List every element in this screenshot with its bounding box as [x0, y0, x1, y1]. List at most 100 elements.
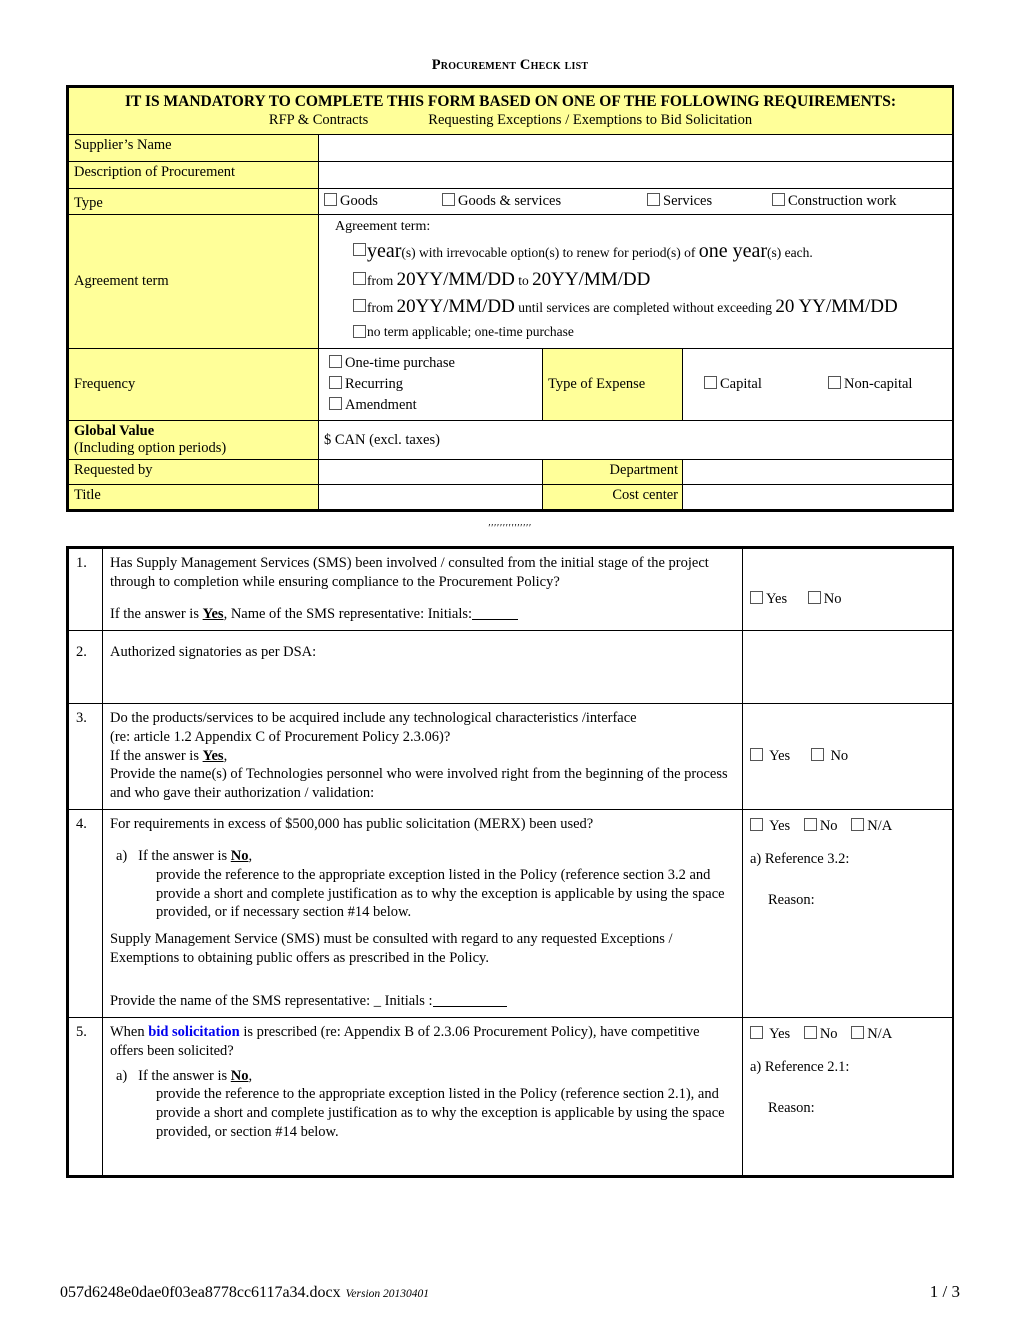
- question-4-options: Yes No N/A: [750, 817, 946, 836]
- question-3-text-line4: Provide the name(s) of Technologies pers…: [110, 766, 728, 802]
- question-4-note: Supply Management Service (SMS) must be …: [110, 931, 673, 967]
- expense-option-non-capital[interactable]: Non-capital: [828, 375, 912, 393]
- question-4-sub-rest: ,: [248, 847, 253, 864]
- agreement-term-option-4[interactable]: no term applicable; one-time purchase: [323, 323, 948, 343]
- table-row-requested-by: Requested by Department: [68, 459, 953, 486]
- footer-left-group: 057d6248e0dae0f03ea8778cc6117a34.docx Ver…: [60, 1284, 429, 1302]
- banner-option-exceptions: Requesting Exceptions / Exemptions to Bi…: [428, 111, 753, 128]
- agreement-term-checkbox-4[interactable]: [323, 323, 367, 342]
- agreement-term-option-3[interactable]: from 20YY/MM/DD until services are compl…: [323, 294, 948, 320]
- checkbox-icon[interactable]: [750, 747, 763, 761]
- agreement-term-options-cell: Agreement term: year(s) with irrevocable…: [318, 214, 953, 349]
- checkbox-icon[interactable]: [750, 818, 763, 832]
- question-3-followup: If the answer is Yes,: [110, 747, 736, 766]
- agr2-part-1: 20YY/MM/DD: [396, 268, 515, 290]
- question-5-highlight: bid solicitation: [148, 1023, 240, 1040]
- type-option-goods-services[interactable]: Goods & services: [442, 193, 647, 210]
- title-label: Title: [68, 484, 319, 511]
- checkbox-icon[interactable]: [647, 193, 660, 206]
- question-5-text-prefix: When: [110, 1023, 149, 1040]
- agreement-term-option-2[interactable]: from 20YY/MM/DD to 20YY/MM/DD: [323, 267, 948, 293]
- agr3-part-1: 20YY/MM/DD: [396, 296, 515, 318]
- checkbox-icon[interactable]: [324, 193, 337, 206]
- checkbox-icon[interactable]: [329, 354, 342, 368]
- expense-option-capital[interactable]: Capital: [688, 375, 828, 393]
- type-label: Type: [68, 187, 319, 216]
- type-option-construction[interactable]: Construction work: [772, 193, 896, 210]
- frequency-options-cell: One-time purchase Recurring Amendment: [318, 347, 543, 422]
- global-value-sublabel: (Including option periods): [74, 440, 227, 457]
- agreement-term-heading: Agreement term:: [335, 219, 431, 235]
- checkbox-icon[interactable]: [772, 193, 785, 206]
- question-4-option-no[interactable]: No: [803, 817, 838, 836]
- question-4-option-no-label: No: [819, 818, 838, 835]
- question-3-options: Yes No: [750, 747, 946, 766]
- description-field[interactable]: [318, 161, 953, 189]
- mandatory-banner-text: IT IS MANDATORY TO COMPLETE THIS FORM BA…: [125, 92, 896, 110]
- question-4-initials-input[interactable]: [432, 1006, 507, 1007]
- agreement-term-checkbox-2[interactable]: [323, 267, 367, 289]
- question-5-reason-label[interactable]: Reason:: [768, 1099, 946, 1118]
- question-2-body: Authorized signatories as per DSA:: [102, 629, 743, 704]
- checkbox-icon[interactable]: [329, 375, 342, 389]
- question-1-option-yes[interactable]: Yes: [750, 590, 787, 609]
- question-2-answer-cell[interactable]: [742, 629, 953, 704]
- checkbox-icon[interactable]: [329, 397, 342, 411]
- question-1-option-no[interactable]: No: [807, 590, 841, 609]
- banner-options: RFP & Contracts Requesting Exceptions / E…: [75, 111, 946, 129]
- checkbox-icon[interactable]: [704, 375, 717, 389]
- frequency-option-recurring[interactable]: Recurring: [325, 374, 538, 395]
- question-1-number: 1.: [68, 548, 103, 631]
- question-5-sub-a-heading: a) If the answer is No,: [116, 1067, 736, 1086]
- checkbox-icon[interactable]: [442, 193, 455, 206]
- section-separator: ′′′′′′′′′′′′′′′: [488, 522, 532, 535]
- checkbox-icon[interactable]: [807, 591, 821, 605]
- frequency-option-amendment[interactable]: Amendment: [325, 395, 538, 416]
- checkbox-icon[interactable]: [353, 324, 366, 338]
- question-3-option-no[interactable]: No: [810, 747, 848, 766]
- type-option-goods[interactable]: Goods: [324, 193, 442, 210]
- agreement-term-checkbox-1[interactable]: [323, 238, 367, 260]
- question-4-spacer-3: [110, 968, 736, 992]
- agr1-part-3: (s) each.: [767, 244, 813, 260]
- question-3-option-yes[interactable]: Yes: [750, 747, 790, 766]
- agreement-term-option-1[interactable]: year(s) with irrevocable option(s) to re…: [323, 238, 948, 265]
- question-1-initials-input[interactable]: [472, 619, 519, 621]
- agreement-term-option-1-text: year(s) with irrevocable option(s) to re…: [367, 238, 948, 265]
- question-4-option-yes[interactable]: Yes: [750, 817, 790, 836]
- department-field[interactable]: [682, 459, 953, 486]
- question-5-option-na[interactable]: N/A: [851, 1025, 892, 1044]
- global-value-field[interactable]: $ CAN (excl. taxes): [318, 420, 953, 461]
- cost-center-field[interactable]: [682, 484, 953, 511]
- question-5-option-no[interactable]: No: [803, 1025, 838, 1044]
- checkbox-icon[interactable]: [851, 818, 865, 832]
- procurement-form-table: IT IS MANDATORY TO COMPLETE THIS FORM BA…: [66, 84, 954, 513]
- requested-by-field[interactable]: [318, 459, 543, 486]
- question-4-reason-label[interactable]: Reason:: [768, 891, 946, 910]
- question-5-options: Yes No N/A: [750, 1025, 946, 1044]
- question-1-followup: If the answer is Yes, Name of the SMS re…: [110, 605, 736, 624]
- checkbox-icon[interactable]: [810, 747, 824, 761]
- question-3-number: 3.: [68, 702, 103, 811]
- checkbox-icon[interactable]: [353, 271, 366, 285]
- question-5-option-yes[interactable]: Yes: [750, 1025, 790, 1044]
- title-field[interactable]: [318, 484, 543, 511]
- agreement-term-checkbox-3[interactable]: [323, 294, 367, 316]
- supplier-name-label: Supplier’s Name: [68, 134, 319, 162]
- type-option-services[interactable]: Services: [647, 193, 772, 210]
- checkbox-icon[interactable]: [851, 1025, 865, 1039]
- supplier-name-field[interactable]: [318, 134, 953, 162]
- checkbox-icon[interactable]: [353, 299, 366, 313]
- checkbox-icon[interactable]: [803, 1025, 817, 1039]
- question-4-option-na[interactable]: N/A: [851, 817, 892, 836]
- checkbox-icon[interactable]: [353, 242, 366, 256]
- question-4-option-yes-label: Yes: [769, 818, 791, 835]
- checkbox-icon[interactable]: [828, 375, 841, 389]
- question-3-text-line1: Do the products/services to be acquired …: [110, 709, 637, 726]
- checkbox-icon[interactable]: [750, 1025, 763, 1039]
- question-3-followup-bold: Yes: [202, 747, 224, 764]
- frequency-option-one-time[interactable]: One-time purchase: [325, 353, 538, 374]
- checkbox-icon[interactable]: [750, 591, 763, 605]
- checkbox-icon[interactable]: [803, 818, 817, 832]
- question-1-text: Has Supply Management Services (SMS) bee…: [110, 555, 709, 591]
